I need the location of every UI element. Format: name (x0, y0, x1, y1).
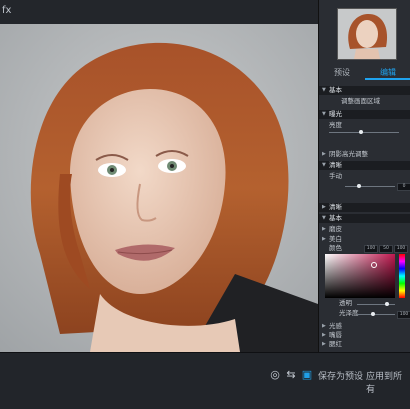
hue-slider[interactable] (399, 254, 405, 298)
row-brightness: 亮度 (329, 121, 342, 129)
expand-icon: ▶ (322, 323, 326, 329)
expand-icon: ▼ (322, 162, 326, 168)
tab-edit[interactable]: 编辑 (365, 66, 410, 80)
color-picker-field[interactable] (325, 254, 395, 298)
save-icon[interactable]: ▣ (300, 367, 314, 381)
section-basic-2[interactable]: ▼ 基本 (319, 214, 410, 223)
expand-icon: ▶ (322, 151, 326, 157)
expand-icon: ▼ (322, 215, 326, 221)
slider-knob[interactable] (359, 130, 363, 134)
panel-tabs: 预设 编辑 (319, 66, 410, 80)
expand-icon: ▶ (322, 341, 326, 347)
zoom-icon[interactable]: ◎ (268, 367, 282, 381)
section-clarity-2[interactable]: ▶ 清晰 (319, 203, 410, 212)
expand-icon: ▼ (322, 111, 326, 117)
expand-icon: ▶ (322, 204, 326, 210)
tab-presets[interactable]: 预设 (319, 66, 365, 80)
save-preset-button[interactable]: 保存为预设 (318, 369, 363, 382)
row-whiten: ▶ 美白 (322, 235, 342, 243)
expand-icon: ▶ (322, 226, 326, 232)
image-canvas[interactable] (0, 24, 318, 352)
row-blush: ▶ 腮红 (322, 340, 342, 348)
slider-knob[interactable] (357, 184, 361, 188)
expand-icon: ▶ (322, 236, 326, 242)
section-exposure[interactable]: ▼ 曝光 (319, 110, 410, 119)
row-manual: 手动 (329, 172, 342, 180)
value-box[interactable]: 0 (397, 183, 410, 191)
preview-thumbnail[interactable] (337, 8, 397, 60)
row-light: ▶ 光感 (322, 322, 342, 330)
transparency-slider[interactable] (357, 302, 395, 306)
section-clarity[interactable]: ▼ 清晰 (319, 161, 410, 170)
color-picker-cursor[interactable] (371, 262, 377, 268)
value-box[interactable]: 100 (394, 245, 408, 253)
slider-knob[interactable] (371, 312, 375, 316)
slider-knob[interactable] (385, 302, 389, 306)
expand-icon: ▶ (322, 332, 326, 338)
row-lips: ▶ 嘴唇 (322, 331, 342, 339)
apply-all-button[interactable]: 应用到所有 (366, 369, 410, 395)
section-basic[interactable]: ▼ 基本 (319, 86, 410, 95)
title-bar: fx (0, 0, 318, 25)
adjustment-panel: 预设 编辑 ▼ 基本 调整画面区域 ▼ 曝光 亮度 ▶ 阴影高光调整 ▼ 清晰 手动 0… (318, 0, 410, 352)
brightness-slider[interactable] (329, 130, 399, 134)
expand-icon: ▼ (322, 87, 326, 93)
row-shadow-highlight: ▶ 阴影高光调整 (322, 150, 368, 158)
row-adjust-region[interactable]: 调整画面区域 (319, 97, 410, 106)
value-box[interactable]: 100 (364, 245, 378, 253)
portrait-image (0, 24, 318, 352)
photo-editor-app: fx 预设 编辑 ▼ 基本 调整画面区域 ▼ 曝光 亮度 ▶ 阴影高光调整 ▼ … (0, 0, 410, 409)
row-smooth: ▶ 磨皮 (322, 225, 342, 233)
thumbnail-image (338, 9, 396, 59)
value-box[interactable]: 100 (397, 311, 410, 319)
gloss-slider[interactable] (357, 312, 395, 316)
compare-icon[interactable]: ⇆ (284, 367, 298, 381)
clarity-slider[interactable] (345, 184, 395, 188)
value-box[interactable]: 50 (379, 245, 393, 253)
bottom-toolbar: ◎ ⇆ ▣ 保存为预设 应用到所有 (0, 352, 410, 409)
window-title: fx (2, 5, 12, 16)
